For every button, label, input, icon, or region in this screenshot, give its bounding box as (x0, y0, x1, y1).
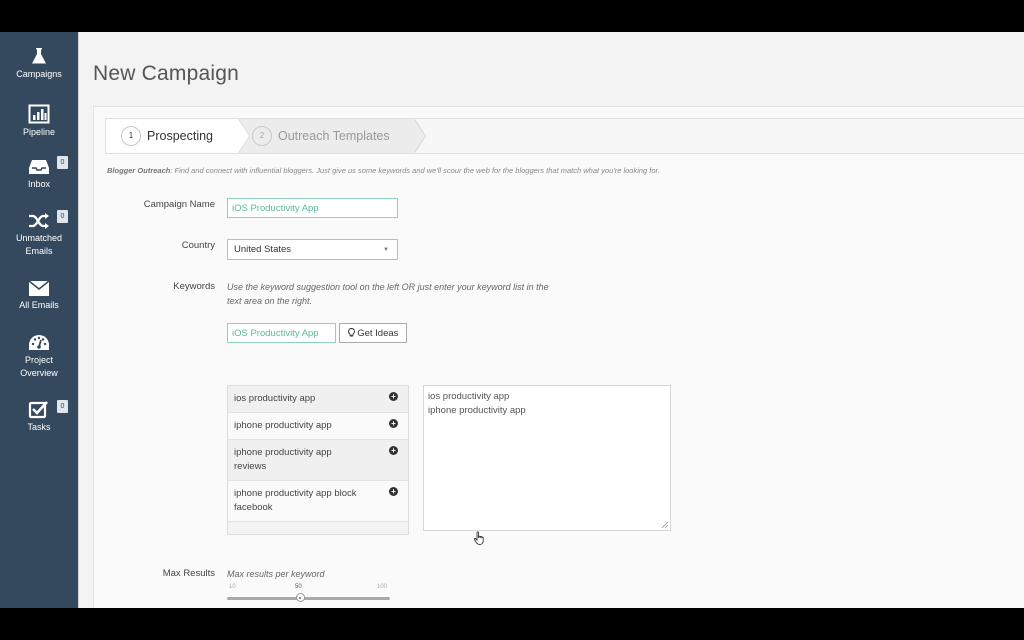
sidebar-item-label: Campaigns (16, 69, 62, 79)
keyword-suggestion-item[interactable]: ios productivity app + (228, 386, 408, 413)
step-outreach-templates[interactable]: 2 Outreach Templates (238, 119, 414, 153)
inbox-icon (29, 160, 49, 174)
get-ideas-label: Get Ideas (357, 328, 399, 339)
inbox-count-badge: 0 (57, 156, 68, 169)
step-separator (238, 119, 249, 153)
sidebar-item-label-line2: Overview (20, 368, 58, 378)
sidebar-item-label: Pipeline (22, 127, 56, 137)
suggestion-text: ios productivity app (234, 393, 316, 404)
keyword-suggestions-list[interactable]: ios productivity app + iphone productivi… (227, 385, 409, 535)
lightbulb-icon (347, 328, 355, 337)
add-circle-icon[interactable]: + (389, 446, 398, 455)
sidebar-item-project-overview[interactable]: Project Overview (0, 334, 78, 380)
textarea-line: ios productivity app (428, 391, 510, 402)
step-number: 2 (252, 126, 272, 146)
envelope-icon (28, 280, 50, 296)
country-label: Country (181, 240, 215, 251)
hand-cursor-icon (474, 531, 484, 545)
slider-max-label: 100 (377, 584, 388, 590)
step-label: Outreach Templates (278, 129, 390, 143)
add-circle-icon[interactable]: + (389, 392, 398, 401)
sidebar-item-campaigns[interactable]: Campaigns (0, 46, 78, 81)
slider-value-label: 50 (295, 584, 302, 590)
suggestion-text: iphone productivity app (234, 447, 332, 458)
keywords-label: Keywords (173, 281, 215, 292)
keywords-hint-line1: Use the keyword suggestion tool on the l… (227, 282, 549, 292)
campaign-form-card: 1 Prospecting 2 Outreach Templates Blogg… (93, 106, 1024, 608)
tasks-count-badge: 0 (57, 400, 68, 413)
keywords-hint: Use the keyword suggestion tool on the l… (227, 280, 549, 308)
keyword-suggestion-item[interactable]: iphone productivity app block facebook + (228, 481, 408, 522)
step-prospecting[interactable]: 1 Prospecting (106, 119, 238, 153)
textarea-line: iphone productivity app (428, 405, 526, 416)
suggestion-text: iphone productivity app (234, 420, 332, 431)
add-circle-icon[interactable]: + (389, 487, 398, 496)
slider-min-label: 10 (229, 584, 236, 590)
sidebar-item-label-line2: Emails (25, 246, 53, 256)
max-results-slider-track[interactable] (227, 597, 390, 600)
shuffle-icon (29, 213, 49, 229)
max-results-slider-handle[interactable] (295, 593, 305, 602)
sidebar-item-label-line1: Unmatched (15, 233, 63, 243)
resize-handle-icon[interactable] (662, 522, 668, 528)
country-select-value: United States (234, 244, 292, 255)
sidebar-item-label: Tasks (27, 422, 51, 432)
max-results-hint: Max results per keyword (227, 569, 325, 579)
get-ideas-button[interactable]: Get Ideas (339, 323, 407, 343)
sidebar-item-label: All Emails (19, 300, 59, 310)
sidebar: Campaigns Pipeline Inbox 0 Unmatched Ema… (0, 32, 78, 608)
suggestion-text-line2: reviews (234, 461, 267, 472)
campaign-name-input[interactable]: iOS Productivity App (227, 198, 398, 218)
dashboard-icon (29, 335, 49, 350)
intro-body: : Find and connect with influential blog… (170, 166, 660, 175)
intro-text: Blogger Outreach: Find and connect with … (107, 166, 660, 175)
step-number: 1 (121, 126, 141, 146)
intro-bold: Blogger Outreach (107, 166, 171, 175)
sidebar-item-all-emails[interactable]: All Emails (0, 280, 78, 312)
step-label: Prospecting (147, 129, 214, 143)
wizard-steps: 1 Prospecting 2 Outreach Templates (105, 118, 1024, 154)
app-viewport: Campaigns Pipeline Inbox 0 Unmatched Ema… (0, 32, 1024, 608)
campaign-name-label: Campaign Name (143, 199, 215, 210)
keyword-suggestion-item[interactable]: iphone productivity app reviews + (228, 440, 408, 481)
checkbox-icon (28, 401, 48, 419)
keyword-suggestion-item[interactable]: iphone productivity app + (228, 413, 408, 440)
sidebar-item-label-line1: Project (24, 355, 53, 365)
sidebar-item-pipeline[interactable]: Pipeline (0, 104, 78, 139)
step-separator (414, 119, 425, 153)
suggestion-text: iphone productivity app block (234, 488, 357, 499)
unmatched-emails-count-badge: 0 (57, 210, 68, 223)
keyword-search-input[interactable]: iOS Productivity App (227, 323, 336, 343)
flask-icon (32, 48, 46, 64)
keywords-textarea[interactable]: ios productivity app iphone productivity… (423, 385, 671, 531)
sidebar-item-label: Inbox (27, 179, 51, 189)
country-select[interactable]: United States ▼ (227, 239, 398, 260)
bar-chart-icon (28, 104, 50, 124)
max-results-label: Max Results (162, 568, 215, 579)
chevron-down-icon: ▼ (383, 247, 389, 253)
add-circle-icon[interactable]: + (389, 419, 398, 428)
suggestion-text-line2: facebook (234, 502, 273, 513)
keywords-hint-line2: text area on the right. (227, 296, 313, 306)
sidebar-divider (78, 32, 79, 608)
page-title: New Campaign (93, 62, 239, 86)
